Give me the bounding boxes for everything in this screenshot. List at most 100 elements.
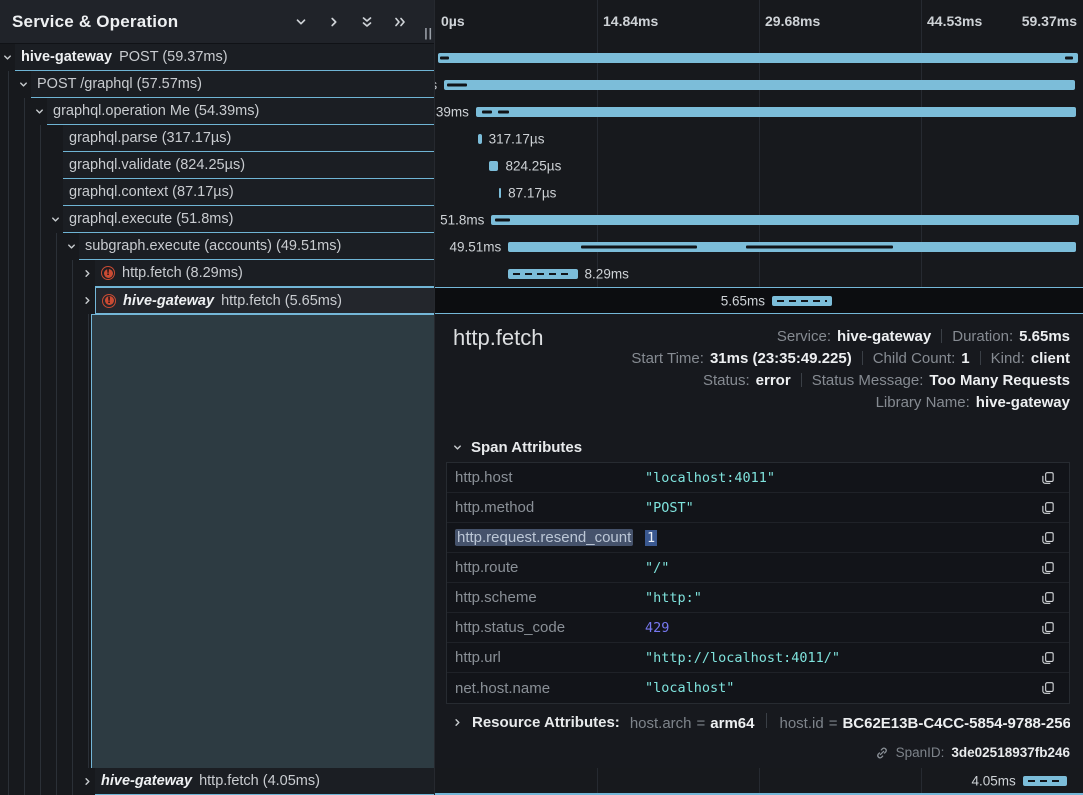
double-chevron-right-icon[interactable]: [392, 14, 408, 30]
timeline-row[interactable]: 87.17µs: [435, 179, 1083, 206]
tree-row[interactable]: graphql.parse (317.17µs): [0, 125, 434, 152]
span-row-content[interactable]: graphql.context (87.17µs): [63, 179, 434, 206]
meta-label: Kind:: [991, 350, 1025, 367]
error-icon: [102, 294, 116, 308]
copy-icon[interactable]: [1027, 471, 1069, 485]
span-attributes-toggle[interactable]: Span Attributes: [452, 439, 582, 456]
meta-label: Status Message:: [812, 372, 924, 389]
span-bar[interactable]: [772, 296, 832, 306]
timeline-row[interactable]: 5.65ms: [435, 287, 1083, 314]
timeline-bottom-row[interactable]: 4.05ms: [435, 768, 1083, 795]
meta-label: Service:: [777, 328, 831, 345]
attribute-value: "http:": [645, 590, 1027, 606]
chevron-right-icon[interactable]: [80, 260, 95, 287]
service-name: hive-gateway: [21, 49, 112, 65]
timeline-row[interactable]: 8.29ms: [435, 260, 1083, 287]
chevron-down-icon[interactable]: [0, 44, 15, 71]
link-icon[interactable]: [875, 746, 889, 760]
chevron-down-icon[interactable]: [32, 98, 47, 125]
tree-indent-strip: [0, 314, 91, 768]
attribute-key: http.url: [447, 649, 645, 666]
duration-label: 51.8ms: [440, 212, 484, 227]
span-row-content[interactable]: graphql.validate (824.25µs): [63, 152, 434, 179]
span-bar[interactable]: [438, 53, 1078, 63]
resource-value: arm64: [710, 715, 754, 732]
pane-splitter-handle[interactable]: ||: [424, 26, 433, 40]
span-row-content[interactable]: http.fetch (8.29ms): [95, 260, 434, 287]
copy-icon[interactable]: [1027, 501, 1069, 515]
meta-value: 1: [961, 350, 969, 367]
chevron-right-icon[interactable]: [80, 287, 95, 314]
timeline-row[interactable]: 317.17µs: [435, 125, 1083, 152]
span-bar[interactable]: [499, 188, 501, 198]
tree-row[interactable]: graphql.execute (51.8ms): [0, 206, 434, 233]
timeline-tick-label: 29.68ms: [765, 13, 820, 29]
span-name-duration: http.fetch (8.29ms): [122, 265, 243, 281]
timeline-header: 0µs14.84ms29.68ms44.53ms59.37ms: [435, 0, 1083, 44]
indent-guides: [0, 768, 80, 795]
chevron-right-icon[interactable]: [326, 14, 342, 30]
attribute-row: http.request.resend_count1: [447, 523, 1069, 553]
span-name-duration: http.fetch (5.65ms): [221, 293, 342, 309]
span-row-content[interactable]: hive-gatewayhttp.fetch (5.65ms): [95, 287, 434, 314]
chevron-down-icon[interactable]: [16, 71, 31, 98]
tree-row-bottom[interactable]: hive-gatewayhttp.fetch (4.05ms): [0, 768, 434, 795]
span-row-content[interactable]: POST /graphql (57.57ms): [31, 71, 434, 98]
span-row-content[interactable]: hive-gatewayhttp.fetch (4.05ms): [95, 768, 434, 795]
chevron-down-icon[interactable]: [293, 14, 309, 30]
tree-row[interactable]: hive-gatewayhttp.fetch (5.65ms): [0, 287, 434, 314]
attribute-value: "POST": [645, 500, 1027, 516]
double-chevron-down-icon[interactable]: [359, 14, 375, 30]
timeline-row[interactable]: [435, 44, 1083, 71]
span-row-content[interactable]: graphql.parse (317.17µs): [63, 125, 434, 152]
meta-value: 5.65ms: [1019, 328, 1070, 345]
span-row-content[interactable]: hive-gatewayPOST (59.37ms): [15, 44, 434, 71]
indent-guides: [0, 125, 48, 152]
copy-icon[interactable]: [1027, 621, 1069, 635]
chevron-down-icon[interactable]: [48, 206, 63, 233]
span-row-content[interactable]: graphql.operation Me (54.39ms): [47, 98, 434, 125]
span-bar[interactable]: [444, 80, 1075, 90]
timeline-row[interactable]: 824.25µs: [435, 152, 1083, 179]
timeline-row[interactable]: 57.57ms: [435, 71, 1083, 98]
copy-icon[interactable]: [1027, 561, 1069, 575]
tree-row[interactable]: subgraph.execute (accounts) (49.51ms): [0, 233, 434, 260]
tree-row[interactable]: graphql.context (87.17µs): [0, 179, 434, 206]
timeline-row[interactable]: 51.8ms: [435, 206, 1083, 233]
timeline-row[interactable]: 49.51ms: [435, 233, 1083, 260]
span-bar[interactable]: [508, 269, 577, 279]
attribute-value: 429: [645, 620, 1027, 636]
span-bar[interactable]: [491, 215, 1079, 225]
indent-spacer: [48, 152, 63, 179]
resource-divider: [766, 713, 767, 728]
tree-row[interactable]: http.fetch (8.29ms): [0, 260, 434, 287]
tree-row[interactable]: graphql.operation Me (54.39ms): [0, 98, 434, 125]
span-bar[interactable]: [476, 107, 1076, 117]
tree-row[interactable]: hive-gatewayPOST (59.37ms): [0, 44, 434, 71]
span-id-label: SpanID:: [896, 745, 945, 760]
tree-row[interactable]: POST /graphql (57.57ms): [0, 71, 434, 98]
copy-icon[interactable]: [1027, 681, 1069, 695]
span-bar[interactable]: [1023, 776, 1067, 786]
resource-attributes-title: Resource Attributes:: [472, 714, 620, 731]
duration-label: 49.51ms: [449, 239, 501, 254]
copy-icon[interactable]: [1027, 531, 1069, 545]
copy-icon[interactable]: [1027, 651, 1069, 665]
timeline-rows: 57.57ms 54.39ms 317.17µs824.25µs87.17µs 51.…: [435, 44, 1083, 314]
tree-row[interactable]: graphql.validate (824.25µs): [0, 152, 434, 179]
span-bar[interactable]: [489, 161, 498, 171]
copy-icon[interactable]: [1027, 591, 1069, 605]
chevron-down-icon[interactable]: [64, 233, 79, 260]
chevron-right-icon[interactable]: [80, 768, 95, 795]
duration-label: 57.57ms: [434, 77, 437, 92]
span-row-content[interactable]: graphql.execute (51.8ms): [63, 206, 434, 233]
meta-label: Child Count:: [873, 350, 956, 367]
meta-label: Status:: [703, 372, 750, 389]
resource-attributes-row[interactable]: Resource Attributes: host.arch=arm64host…: [452, 713, 1070, 732]
timeline-tick-label: 0µs: [441, 13, 465, 29]
span-name-duration: http.fetch (4.05ms): [199, 773, 320, 789]
timeline-row[interactable]: 54.39ms: [435, 98, 1083, 125]
span-row-content[interactable]: subgraph.execute (accounts) (49.51ms): [79, 233, 434, 260]
duration-label: 54.39ms: [434, 104, 469, 119]
span-bar[interactable]: [478, 134, 482, 144]
